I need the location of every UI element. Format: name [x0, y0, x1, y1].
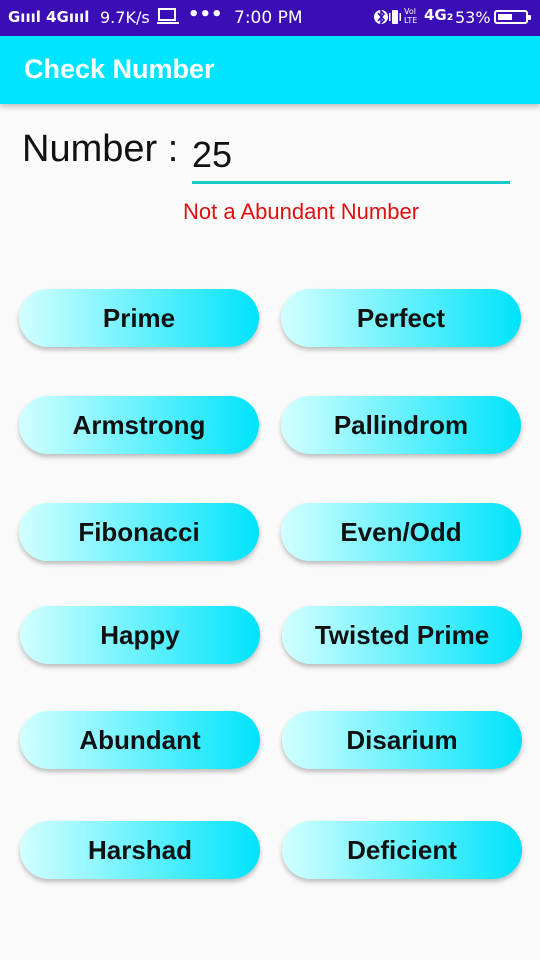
prime-button[interactable]: Prime [19, 289, 259, 347]
app-title: Check Number [24, 54, 215, 84]
battery-percent: 53% [455, 8, 491, 27]
bluetooth-icon [374, 7, 388, 31]
harshad-button[interactable]: Harshad [20, 821, 260, 879]
number-label: Number : [22, 128, 179, 170]
more-icon: ••• [188, 4, 223, 25]
even-odd-button[interactable]: Even/Odd [281, 503, 521, 561]
network-speed: 9.7K/s [100, 8, 150, 27]
battery-level [498, 14, 512, 20]
app-bar: Check Number [0, 36, 540, 104]
disarium-button[interactable]: Disarium [282, 711, 522, 769]
vibrate-icon [389, 7, 401, 31]
screen-mirror-icon [157, 8, 179, 30]
network-type: 4G₂ [424, 6, 454, 24]
number-input[interactable] [192, 128, 510, 184]
armstrong-button[interactable]: Armstrong [19, 396, 259, 454]
twisted-prime-button[interactable]: Twisted Prime [282, 606, 522, 664]
clock: 7:00 PM [234, 8, 303, 28]
perfect-button[interactable]: Perfect [281, 289, 521, 347]
result-message: Not a Abundant Number [183, 199, 420, 224]
pallindrom-button[interactable]: Pallindrom [281, 396, 521, 454]
status-bar: Gıııl 4Gıııl 9.7K/s ••• 7:00 PM Vol LTE … [0, 0, 540, 36]
battery-icon [494, 10, 531, 24]
deficient-button[interactable]: Deficient [282, 821, 522, 879]
volte-indicator: Vol LTE [404, 7, 418, 25]
signal-indicator: Gıııl 4Gıııl [8, 8, 90, 26]
abundant-button[interactable]: Abundant [20, 711, 260, 769]
fibonacci-button[interactable]: Fibonacci [19, 503, 259, 561]
happy-button[interactable]: Happy [20, 606, 260, 664]
